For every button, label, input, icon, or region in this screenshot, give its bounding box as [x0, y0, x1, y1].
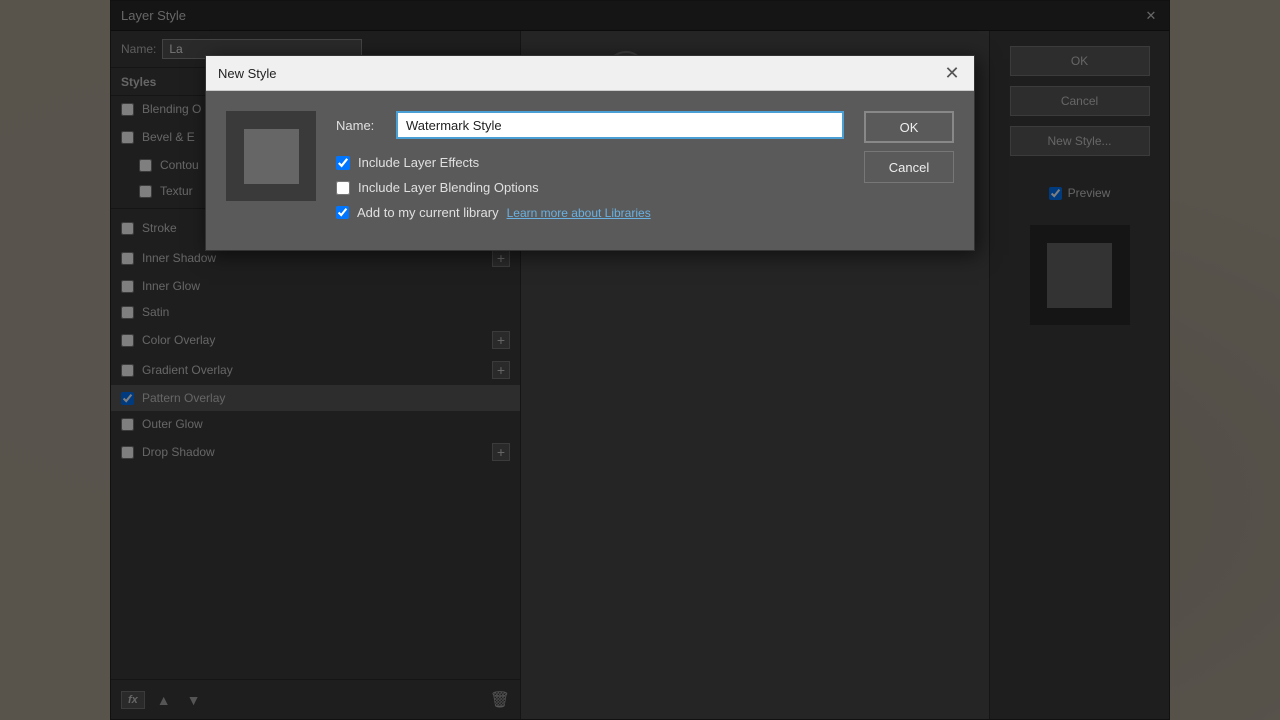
modal-cancel-button[interactable]: Cancel: [864, 151, 954, 183]
modal-body: Name: Include Layer Effects Include Laye…: [206, 91, 974, 250]
modal-name-input[interactable]: [396, 111, 844, 139]
modal-ok-button[interactable]: OK: [864, 111, 954, 143]
modal-name-label: Name:: [336, 118, 386, 133]
modal-title: New Style: [218, 66, 277, 81]
new-style-modal: New Style ✕ Name: Include Layer Effects …: [205, 55, 975, 251]
style-preview-box: [226, 111, 316, 201]
include-effects-label: Include Layer Effects: [358, 155, 479, 170]
modal-close-button[interactable]: ✕: [942, 63, 962, 83]
add-library-label: Add to my current library: [357, 205, 499, 220]
modal-buttons: OK Cancel: [864, 111, 954, 183]
learn-more-link[interactable]: Learn more about Libraries: [507, 206, 651, 220]
modal-name-row: Name:: [336, 111, 844, 139]
add-library-row: Add to my current library Learn more abo…: [336, 205, 844, 220]
include-effects-checkbox[interactable]: [336, 156, 350, 170]
include-blending-label: Include Layer Blending Options: [358, 180, 539, 195]
include-blending-row: Include Layer Blending Options: [336, 180, 844, 195]
include-effects-row: Include Layer Effects: [336, 155, 844, 170]
modal-titlebar: New Style ✕: [206, 56, 974, 91]
modal-fields: Name: Include Layer Effects Include Laye…: [336, 111, 844, 230]
style-preview-inner: [244, 129, 299, 184]
modal-overlay: New Style ✕ Name: Include Layer Effects …: [0, 0, 1280, 720]
add-library-checkbox[interactable]: [336, 206, 349, 219]
include-blending-checkbox[interactable]: [336, 181, 350, 195]
